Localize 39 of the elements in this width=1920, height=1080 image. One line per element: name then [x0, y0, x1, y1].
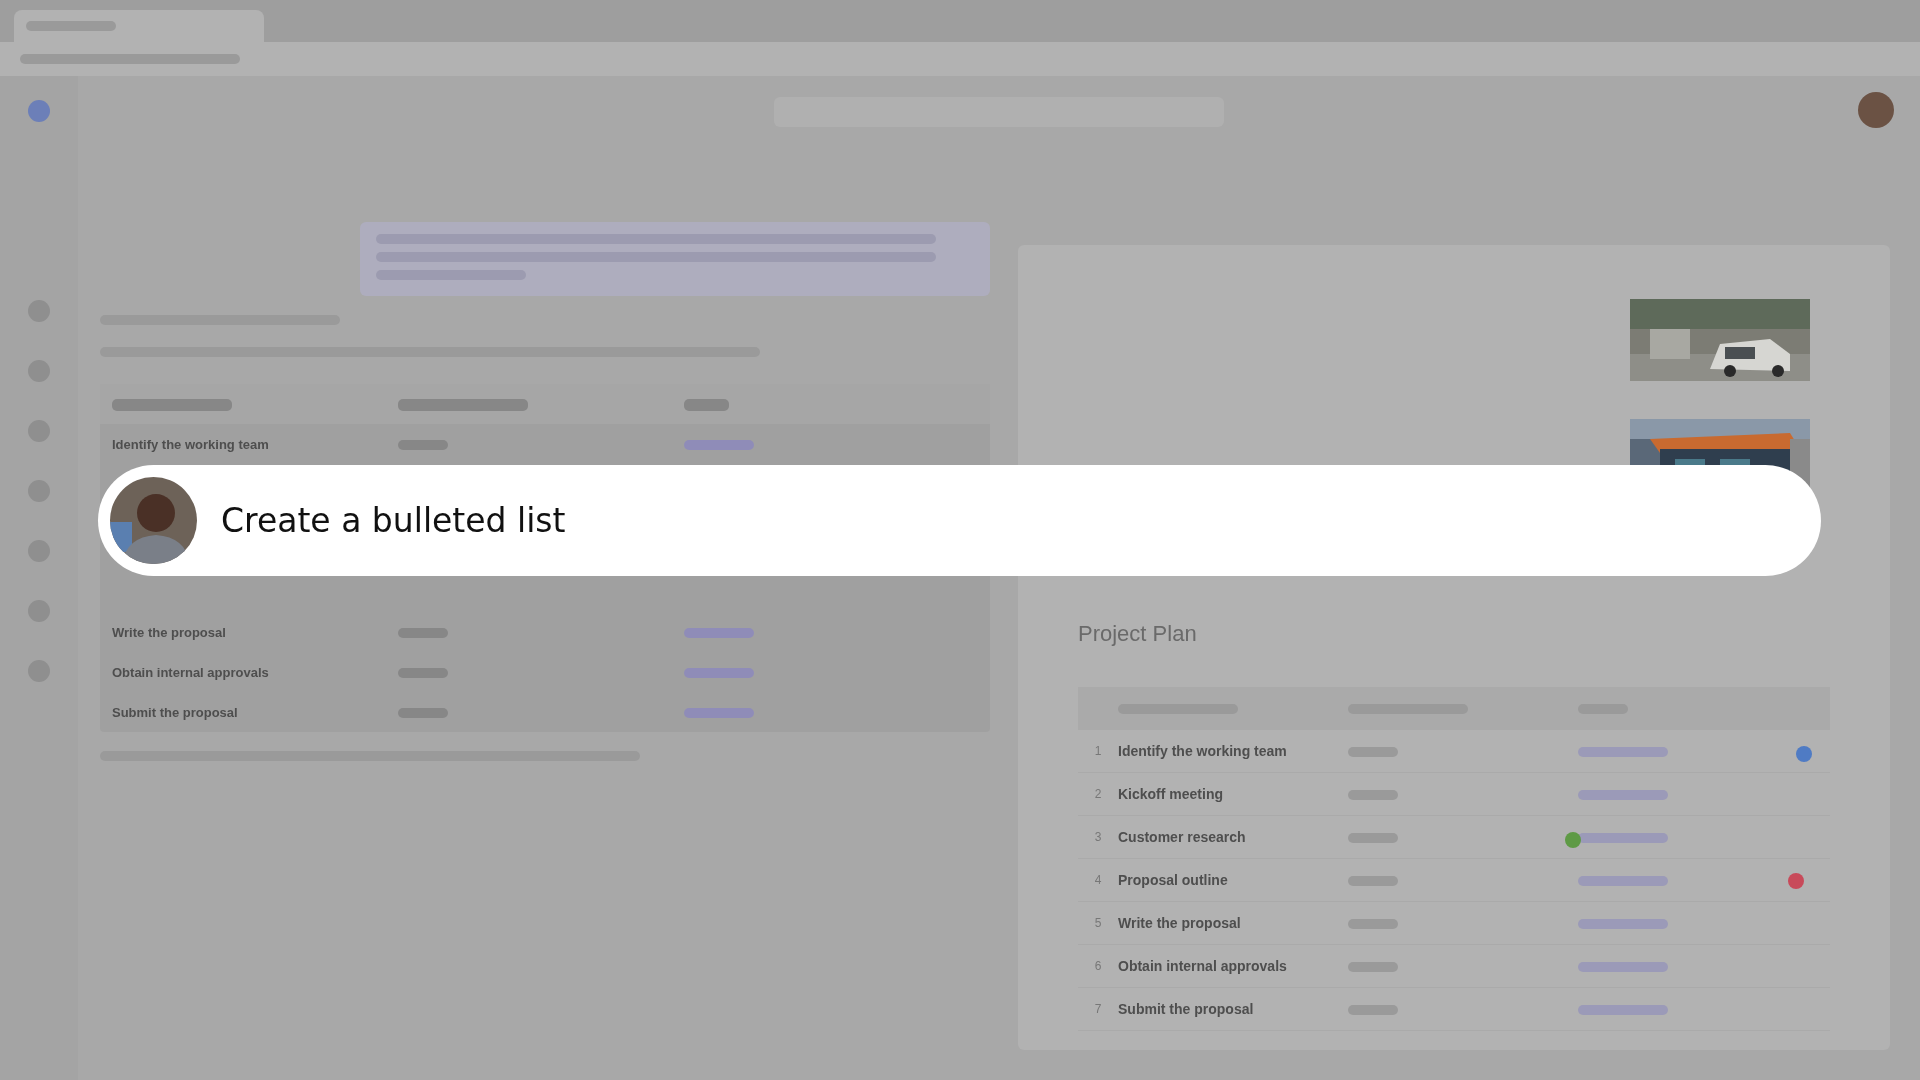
- table-cell-text: Obtain internal approvals: [1118, 958, 1288, 974]
- avatar-icon: [110, 477, 197, 564]
- blurred-text: [684, 399, 729, 412]
- row-number: 3: [1093, 830, 1103, 844]
- blurred-text: [684, 668, 754, 679]
- blurred-text: [1348, 790, 1398, 801]
- blurred-text: [1348, 833, 1398, 844]
- table-cell-text: Submit the proposal: [1118, 1001, 1255, 1017]
- caption-text: Create a bulleted list: [221, 501, 566, 540]
- table-cell-text: Proposal outline: [1118, 872, 1229, 888]
- document-heading: Project Plan: [1078, 621, 1198, 647]
- blurred-text: [1348, 747, 1398, 758]
- row-number: 6: [1093, 959, 1103, 973]
- blurred-text: [1348, 1005, 1398, 1016]
- table-cell-text: Obtain internal approvals: [112, 664, 270, 680]
- app-logo-icon[interactable]: [28, 100, 50, 122]
- row-number: 1: [1093, 744, 1103, 758]
- blurred-text: [684, 440, 754, 451]
- blurred-text: [684, 628, 754, 639]
- blurred-text: [398, 668, 448, 679]
- avatar-icon[interactable]: [1858, 92, 1894, 128]
- blurred-text: [398, 628, 448, 639]
- blurred-text: [1348, 962, 1398, 973]
- table-cell-text: Write the proposal: [112, 624, 227, 640]
- blurred-text: [398, 440, 448, 451]
- table-cell-text: Customer research: [1118, 829, 1247, 845]
- table-cell-text: Write the proposal: [1118, 915, 1242, 931]
- table-cell-text: Identify the working team: [112, 436, 270, 452]
- table-cell-text: Identify the working team: [1118, 743, 1288, 759]
- table-cell-text: Submit the proposal: [112, 704, 239, 720]
- blurred-text: [684, 708, 754, 719]
- row-number: 5: [1093, 916, 1103, 930]
- row-number: 2: [1093, 787, 1103, 801]
- blurred-text: [1348, 919, 1398, 930]
- row-number: 4: [1093, 873, 1103, 887]
- row-number: 7: [1093, 1002, 1103, 1016]
- blurred-text: [1348, 876, 1398, 887]
- table-cell-text: Kickoff meeting: [1118, 786, 1224, 802]
- blurred-text: [398, 708, 448, 719]
